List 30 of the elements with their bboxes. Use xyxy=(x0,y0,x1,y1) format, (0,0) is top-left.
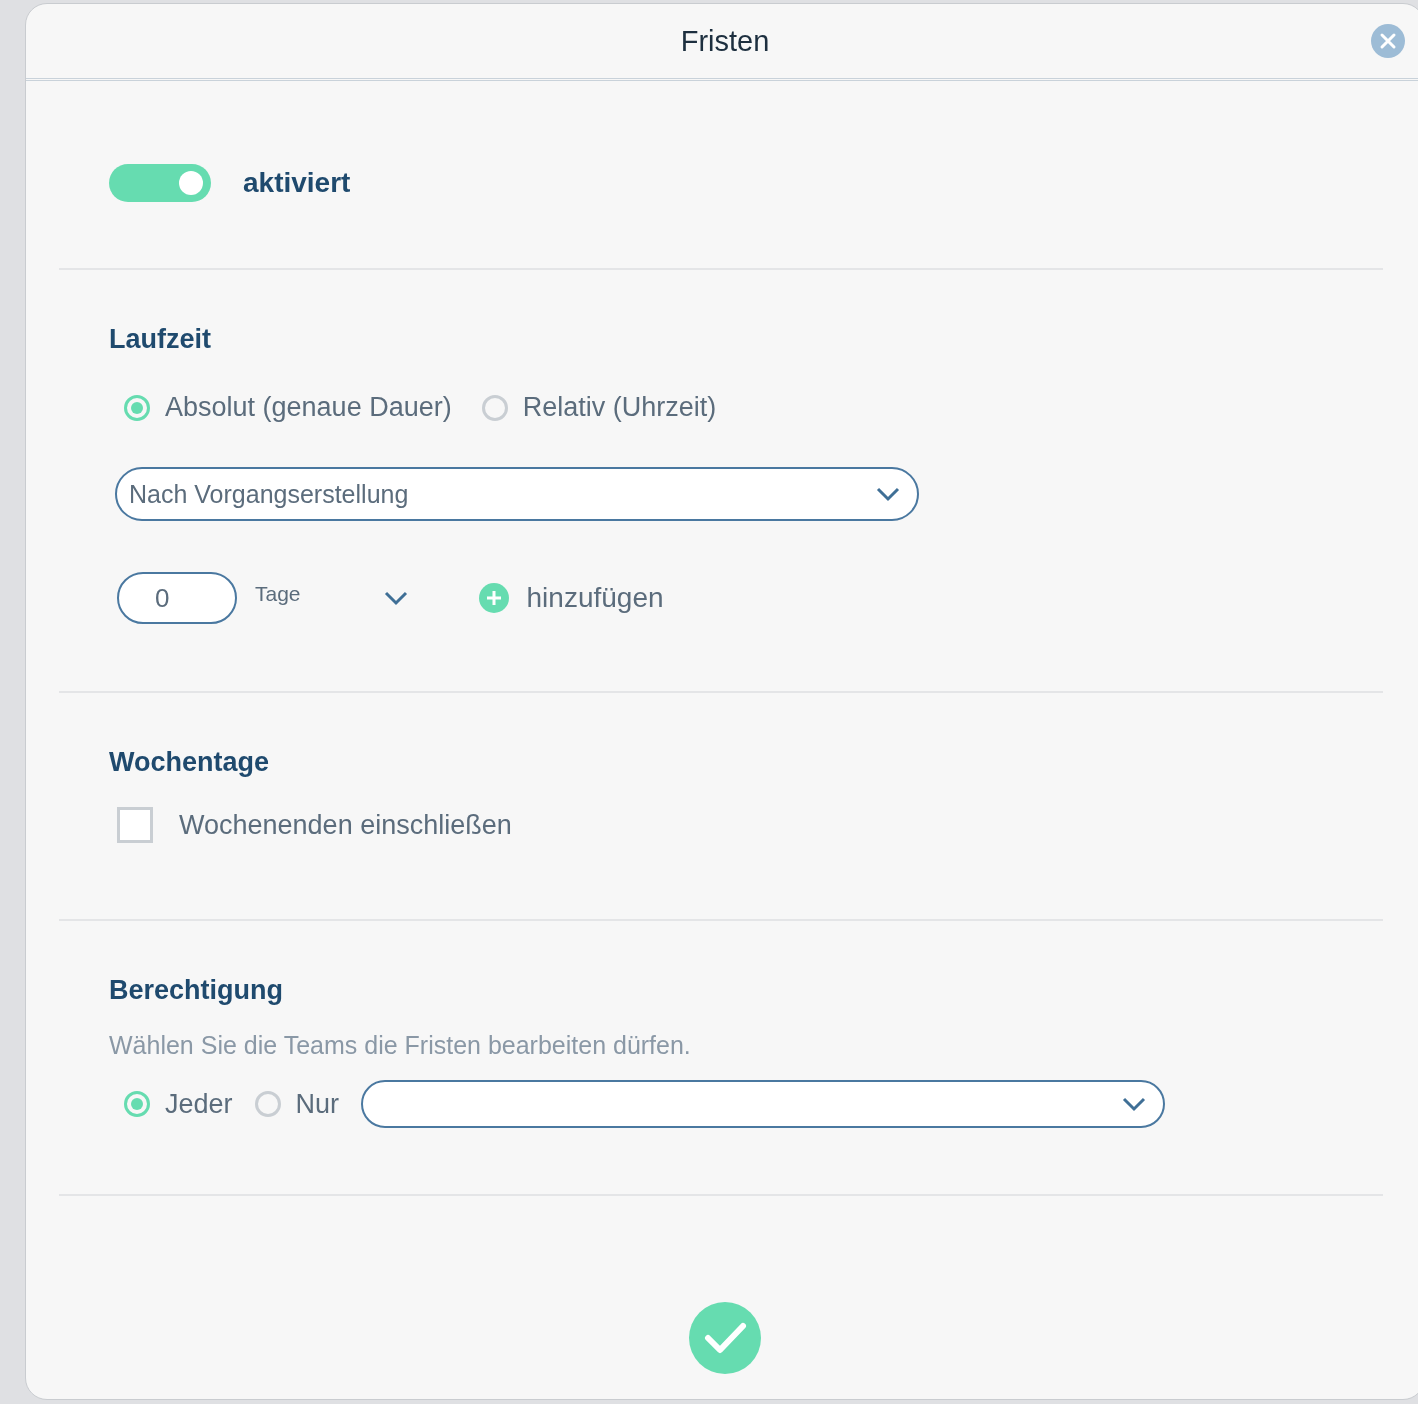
checkbox-label: Wochenenden einschließen xyxy=(179,809,512,841)
team-dropdown[interactable] xyxy=(361,1080,1166,1128)
dialog-title: Fristen xyxy=(680,24,770,58)
dropdown-value: Nach Vorgangserstellung xyxy=(129,479,409,509)
radio-label: Relativ (Uhrzeit) xyxy=(522,392,717,423)
toggle-label: aktiviert xyxy=(243,167,351,199)
chevron-down-icon xyxy=(875,486,901,502)
radio-button[interactable] xyxy=(124,394,150,421)
unit-dropdown-label[interactable]: Tage xyxy=(255,582,301,606)
checkmark-icon xyxy=(703,1320,747,1356)
radio-label: Jeder xyxy=(165,1088,233,1120)
radio-label: Nur xyxy=(295,1088,340,1120)
radio-button[interactable] xyxy=(254,1091,281,1117)
chevron-down-icon xyxy=(1121,1096,1148,1112)
number-input-field[interactable]: 0 xyxy=(117,572,237,624)
radio-label: Absolut (genaue Dauer) xyxy=(165,392,452,423)
checkbox[interactable] xyxy=(117,807,153,843)
plus-icon xyxy=(478,583,509,613)
add-button[interactable]: hinzufügen xyxy=(478,582,664,614)
section-description: Wählen Sie die Teams die Fristen bearbeiten dürfen. xyxy=(109,1031,692,1060)
section-heading: Wochentage xyxy=(109,746,271,779)
trigger-dropdown[interactable]: Nach Vorgangserstellung xyxy=(115,467,919,521)
radio-button[interactable] xyxy=(124,1091,150,1117)
chevron-down-icon[interactable] xyxy=(382,590,409,606)
radio-button[interactable] xyxy=(481,394,508,421)
section-heading: Berechtigung xyxy=(109,974,284,1007)
close-icon xyxy=(1371,24,1405,58)
toggle-switch[interactable] xyxy=(109,164,211,202)
close-button[interactable] xyxy=(1371,24,1405,58)
section-heading: Laufzeit xyxy=(109,323,212,356)
